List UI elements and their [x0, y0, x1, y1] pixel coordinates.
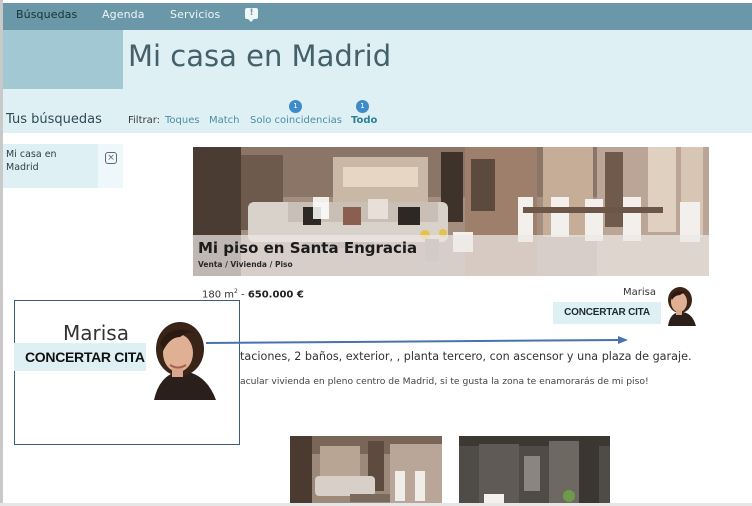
callout-agent-name: Marisa [63, 321, 129, 345]
listing-hero[interactable]: Mi piso en Santa Engracia Venta / Vivien… [193, 147, 709, 276]
callout-concertar-cita-button[interactable]: CONCERTAR CITA [14, 343, 148, 371]
sidebar-title-block: Tus búsquedas [3, 89, 123, 133]
listing-title: Mi piso en Santa Engracia [198, 239, 418, 257]
sidebar-search-item[interactable]: Mi casa en Madrid [3, 144, 98, 188]
filter-todo[interactable]: Todo [351, 115, 377, 126]
agent-callout: Marisa CONCERTAR CITA [14, 300, 240, 445]
listing-price: 650.000 € [247, 289, 304, 301]
listing-area: 180 m [202, 289, 235, 301]
messages-icon-glyph: ! [249, 8, 254, 18]
sidebar-header-block [3, 30, 123, 89]
sidebar-search-item-label: Mi casa en Madrid [6, 149, 57, 173]
title-band: Mi casa en Madrid [123, 30, 752, 89]
filter-solo-coincidencias[interactable]: Solo coincidencias [250, 115, 342, 126]
filter-match[interactable]: Match [209, 115, 240, 126]
listing-separator: - [237, 289, 248, 301]
agent-name: Marisa [623, 287, 656, 298]
listing-meta: 180 m2 - 650.000 € [202, 288, 304, 300]
messages-icon[interactable]: ! [245, 8, 258, 22]
filter-toques[interactable]: Toques [165, 115, 200, 126]
agent-avatar[interactable] [662, 286, 700, 326]
concertar-cita-button[interactable]: CONCERTAR CITA [553, 302, 661, 324]
listing-thumbnail-1[interactable] [290, 436, 442, 506]
filter-solo-coincidencias-badge: 1 [289, 100, 302, 113]
listing-thumbnail-2[interactable] [459, 436, 610, 506]
nav-servicios[interactable]: Servicios [170, 8, 220, 21]
listing-subtitle: Venta / Vivienda / Piso [198, 260, 293, 269]
filter-todo-badge: 1 [356, 100, 369, 113]
listing-extra-text: acular vivienda en pleno centro de Madri… [240, 376, 649, 387]
sidebar-title: Tus búsquedas [6, 112, 102, 127]
search-item-close-cell: × [98, 144, 123, 188]
callout-agent-avatar [146, 321, 219, 400]
nav-busquedas[interactable]: Búsquedas [16, 8, 77, 21]
filter-label: Filtrar: [128, 115, 161, 126]
top-navigation: Búsquedas Agenda Servicios ! [3, 3, 752, 30]
close-icon[interactable]: × [105, 152, 117, 164]
filter-bar: Filtrar: Toques Match 1 Solo coincidenci… [123, 89, 752, 133]
nav-agenda[interactable]: Agenda [102, 8, 145, 21]
listing-description: taciones, 2 baños, exterior, , planta te… [240, 350, 692, 363]
page-title: Mi casa en Madrid [128, 39, 392, 73]
